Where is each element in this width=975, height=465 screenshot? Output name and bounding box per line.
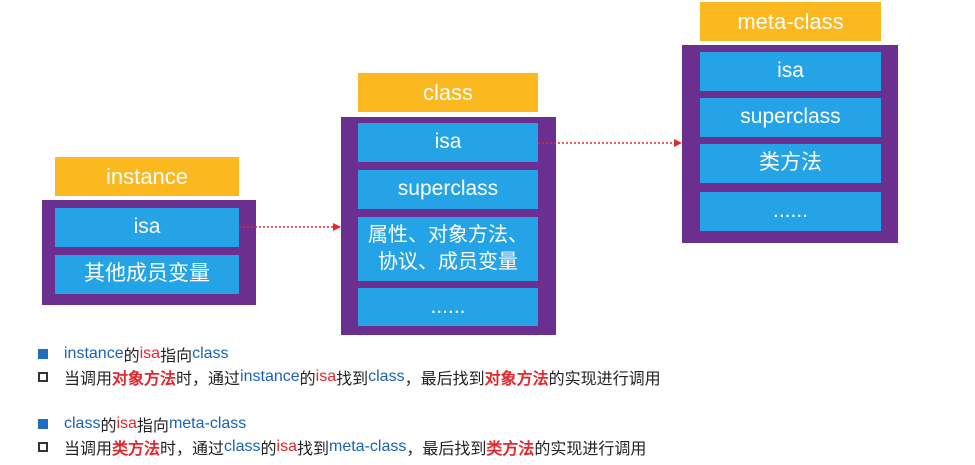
kw-class: class bbox=[224, 438, 261, 455]
text: 指向 bbox=[136, 418, 169, 435]
text: ，最后找到 bbox=[406, 441, 487, 458]
text: 当调用 bbox=[64, 371, 113, 388]
text: 找到 bbox=[296, 441, 329, 458]
isa-arrows bbox=[239, 139, 682, 231]
text: 的实现进行调用 bbox=[548, 371, 661, 388]
kw-instance-method: 对象方法 bbox=[112, 371, 177, 388]
kw-isa: isa bbox=[116, 415, 137, 432]
text: 的 bbox=[299, 371, 316, 388]
kw-isa: isa bbox=[276, 438, 297, 455]
kw-isa: isa bbox=[139, 345, 161, 362]
text: 的 bbox=[100, 418, 117, 435]
kw-class-method: 类方法 bbox=[112, 441, 161, 458]
text: 找到 bbox=[336, 371, 369, 388]
kw-meta-class: meta-class bbox=[328, 438, 407, 455]
note-instance-isa: instance 的 isa 指向 class bbox=[38, 343, 229, 365]
kw-instance-method: 对象方法 bbox=[484, 371, 549, 388]
note-class-method-call: 当调用 类方法 时，通过 class 的 isa 找到 meta-class ，最后找到 类方法的… bbox=[38, 436, 646, 458]
kw-class-method: 类方法 bbox=[486, 441, 535, 458]
kw-instance: instance bbox=[64, 345, 124, 362]
kw-class: class bbox=[368, 368, 405, 385]
kw-isa: isa bbox=[315, 368, 337, 385]
hollow-square-bullet-icon bbox=[38, 372, 48, 382]
kw-meta-class: meta-class bbox=[168, 415, 247, 432]
note-instance-method-call: 当调用 对象方法 时，通过 instance 的 isa 找到 class ，最后找到 对象方法的… bbox=[38, 366, 661, 388]
text: 的实现进行调用 bbox=[534, 441, 647, 458]
text: 时，通过 bbox=[176, 371, 241, 388]
filled-square-bullet-icon bbox=[38, 419, 48, 429]
text: ，最后找到 bbox=[404, 371, 485, 388]
hollow-square-bullet-icon bbox=[38, 442, 48, 452]
text: 时，通过 bbox=[160, 441, 225, 458]
text: 的 bbox=[123, 348, 140, 365]
text: 指向 bbox=[160, 348, 193, 365]
text: 当调用 bbox=[64, 441, 113, 458]
kw-class: class bbox=[64, 415, 101, 432]
note-class-isa: class 的 isa 指向 meta-class bbox=[38, 413, 246, 435]
kw-instance: instance bbox=[240, 368, 300, 385]
kw-class: class bbox=[192, 345, 229, 362]
filled-square-bullet-icon bbox=[38, 349, 48, 359]
text: 的 bbox=[260, 441, 277, 458]
